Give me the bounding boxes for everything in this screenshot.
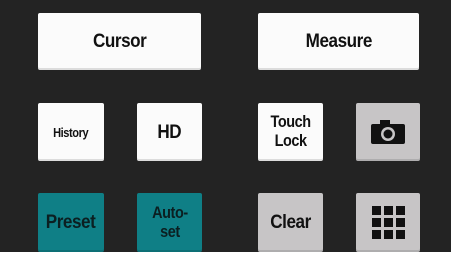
clear-button-label: Clear	[270, 212, 311, 233]
history-button-label: History	[53, 124, 89, 140]
preset-button-label: Preset	[46, 212, 96, 233]
history-button[interactable]: History	[38, 103, 104, 161]
touch-lock-button[interactable]: Touch Lock	[258, 103, 323, 161]
autoset-button-label: Auto- set	[151, 202, 188, 241]
hd-button[interactable]: HD	[137, 103, 202, 161]
hd-button-label: HD	[157, 121, 182, 143]
apps-button[interactable]	[356, 193, 420, 252]
clear-button[interactable]: Clear	[258, 193, 323, 252]
autoset-button[interactable]: Auto- set	[137, 193, 202, 252]
control-panel: Cursor Measure History HD Touch Lock Pre…	[0, 0, 451, 252]
touch-lock-button-label: Touch Lock	[270, 112, 311, 150]
measure-button-label: Measure	[305, 31, 372, 52]
measure-button[interactable]: Measure	[258, 13, 419, 70]
cursor-button-label: Cursor	[92, 31, 147, 52]
screenshot-button[interactable]	[356, 103, 420, 161]
camera-icon	[371, 120, 405, 144]
cursor-button[interactable]: Cursor	[38, 13, 201, 70]
preset-button[interactable]: Preset	[38, 193, 104, 252]
grid-icon	[371, 206, 405, 239]
